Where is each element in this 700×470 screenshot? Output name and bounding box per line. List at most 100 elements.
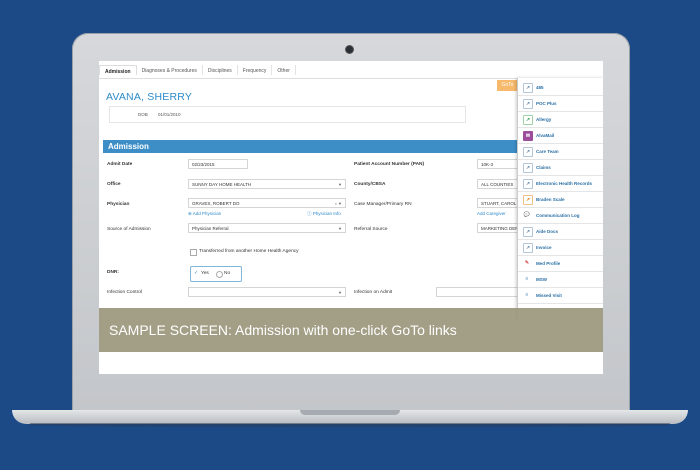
mail-icon: ✉ [523,131,533,141]
menu-label: Med Profile [536,261,561,266]
external-link-icon: ↗ [523,99,533,109]
menu-label: Claims [536,165,551,170]
goto-button[interactable]: GoTo [497,80,518,91]
goto-item-care-team[interactable]: ↗ Care Team [518,144,603,160]
tab-frequency[interactable]: Frequency [238,65,273,75]
dnr-yes[interactable]: Yes [201,271,209,276]
add-caregiver-link[interactable]: Add Caregiver [477,211,506,216]
admit-date-label: Admit Date [107,162,133,167]
external-link-icon: ↗ [523,115,533,125]
dob-label: DOB [138,112,148,117]
patient-info-box: DOB 01/01/2010 [109,106,466,123]
tab-disciplines[interactable]: Disciplines [203,65,238,75]
case-manager-select[interactable]: STUART, CAROL [477,198,519,208]
dnr-no[interactable]: No [224,271,230,276]
goto-item-alvamail[interactable]: ✉ AlvaMail [518,128,603,144]
admit-date-field[interactable]: 02/23/2015 [188,159,248,169]
menu-label: Communication Log [536,213,580,218]
referral-select[interactable]: MARKETING DEPT [477,223,519,233]
goto-item-msw[interactable]: ≡ MSW [518,272,603,288]
office-label: Office [107,182,121,187]
source-value: Physician Referral [192,226,229,231]
dnr-label: DNR: [107,270,119,275]
check-icon: ✓ [194,271,199,276]
menu-label: POC Plus [536,101,557,106]
external-link-icon: ↗ [523,227,533,237]
physician-info-link[interactable]: ⓘ Physician Info [307,211,341,217]
external-link-icon: ↗ [523,179,533,189]
section-title: Admission [103,140,521,153]
laptop-notch [300,410,400,415]
pan-label: Patient Account Number (PAN) [354,162,425,167]
sample-banner: SAMPLE SCREEN: Admission with one-click … [99,308,603,352]
goto-item-allergy[interactable]: ↗ Allergy [518,112,603,128]
external-link-icon: ↗ [523,83,533,93]
source-label: Source of Admission [107,227,151,232]
pill-icon: ✎ [524,260,530,266]
menu-label: Aide Docs [536,229,559,234]
case-manager-label: Case Manager/Primary RN [354,202,412,207]
chevron-down-icon: ▼ [338,290,342,295]
external-link-icon: ↗ [523,163,533,173]
physician-value: GRAVES, ROBERT DO [192,201,240,206]
goto-item-communication-log[interactable]: 💬 Communication Log [518,208,603,224]
list-icon: ≡ [525,276,529,282]
patient-name: AVANA, SHERRY [106,91,193,103]
referral-label: Referral Source [354,227,388,232]
physician-label: Physician [107,202,130,207]
goto-item-claims[interactable]: ↗ Claims [518,160,603,176]
menu-label: Missed Visit [536,293,562,298]
office-value: SUNNY DAY HOME HEALTH [192,182,252,187]
goto-item-invoice[interactable]: ↗ Invoice [518,240,603,256]
infection-admit-label: Infection on Admit [354,290,393,295]
goto-item-missed-visit[interactable]: ≡ Missed Visit [518,288,603,304]
menu-label: Care Team [536,149,559,154]
chevron-down-icon: ▼ [338,226,342,231]
goto-item-braden-scale[interactable]: ↗ Braden Scale [518,192,603,208]
external-link-icon: ↗ [523,195,533,205]
goto-item-med-profile[interactable]: ✎ Med Profile [518,256,603,272]
menu-label: Allergy [536,117,552,122]
add-physician-label: Add Physician [192,211,222,216]
source-select[interactable]: Physician Referral ▼ [188,223,346,233]
external-link-icon: ↗ [523,243,533,253]
physician-select[interactable]: GRAVES, ROBERT DO × ▼ [188,198,346,208]
tab-bar: Admission Diagnoses & Procedures Discipl… [99,65,603,79]
list-icon: ≡ [525,292,529,298]
external-link-icon: ↗ [523,147,533,157]
goto-item-aide-docs[interactable]: ↗ Aide Docs [518,224,603,240]
transferred-label: Transferred from another Home Health Age… [199,249,299,254]
menu-label: Braden Scale [536,197,565,202]
camera-icon [346,46,353,53]
infection-control-label: Infection Control [107,290,142,295]
tab-admission[interactable]: Admission [99,65,137,75]
county-label: County/CBSA [354,182,386,187]
infection-admit-field[interactable] [436,287,519,297]
add-physician-link[interactable]: ⊕ Add Physician [188,211,221,217]
chevron-down-icon: × ▼ [334,201,342,206]
goto-item-poc-plus[interactable]: ↗ POC Plus [518,96,603,112]
goto-item-485[interactable]: ↗ 485 [518,80,603,96]
chevron-down-icon: ▼ [338,182,342,187]
county-select[interactable]: ALL COUNTIES [477,179,519,189]
dnr-no-radio[interactable] [216,271,223,278]
banner-text: SAMPLE SCREEN: Admission with one-click … [109,322,457,338]
dnr-toggle[interactable]: ✓ Yes No [190,266,242,282]
screen: Admission Diagnoses & Procedures Discipl… [99,61,603,374]
office-select[interactable]: SUNNY DAY HOME HEALTH ▼ [188,179,346,189]
physician-info-label: Physician Info [312,211,341,216]
menu-label: 485 [536,85,544,90]
transferred-checkbox[interactable] [190,249,197,256]
infection-control-select[interactable]: ▼ [188,287,346,297]
dob-value: 01/01/2010 [158,112,181,117]
tab-diagnoses[interactable]: Diagnoses & Procedures [137,65,203,75]
tab-other[interactable]: Other [272,65,296,75]
menu-label: MSW [536,277,547,282]
pan-field[interactable]: 10K-3 [477,159,519,169]
goto-item-ehr[interactable]: ↗ Electronic Health Records [518,176,603,192]
menu-label: AlvaMail [536,133,555,138]
goto-menu: ↗ 485 ↗ POC Plus ↗ Allergy ✉ AlvaMail ↗ Care … [517,78,603,321]
menu-label: Electronic Health Records [536,181,593,186]
menu-label: Invoice [536,245,552,250]
chat-icon: 💬 [523,212,531,218]
